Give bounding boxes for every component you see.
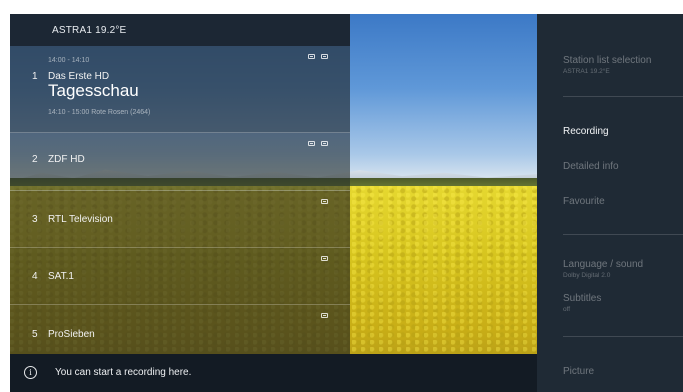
menu-divider	[563, 336, 683, 337]
menu-subtitles[interactable]: Subtitles	[563, 293, 601, 304]
channel-row-2[interactable]: 2 ZDF HD	[10, 133, 350, 191]
menu-detailed-info[interactable]: Detailed info	[563, 161, 619, 172]
channel-icons	[321, 313, 328, 318]
channel-number: 4	[32, 271, 38, 282]
channel-number: 1	[32, 71, 38, 82]
info-icon: i	[24, 366, 37, 379]
channel-row-4[interactable]: 4 SAT.1	[10, 248, 350, 305]
channel-name: SAT.1	[48, 271, 74, 282]
hd-icon	[321, 54, 328, 59]
channel-number: 3	[32, 214, 38, 225]
menu-language-sound[interactable]: Language / sound	[563, 259, 643, 270]
menu-station-list-value: ASTRA1 19.2°E	[563, 68, 610, 75]
info-text: You can start a recording here.	[55, 367, 192, 378]
channel-name: RTL Television	[48, 214, 113, 225]
menu-language-value: Dolby Digital 2.0	[563, 272, 611, 279]
satellite-label: ASTRA1 19.2°E	[52, 25, 127, 36]
channel-icons	[321, 256, 328, 261]
menu-recording[interactable]: Recording	[563, 126, 609, 137]
menu-divider	[563, 96, 683, 97]
channel-icons	[321, 199, 328, 204]
channel-list: 14:00 - 14:10 1 Das Erste HD Tagesschau …	[10, 46, 350, 354]
subtitle-icon	[308, 54, 315, 59]
channel-time: 14:00 - 14:10	[48, 57, 90, 64]
next-program: 14:10 - 15:00 Rote Rosen (2464)	[48, 109, 151, 116]
channel-name: ProSieben	[48, 329, 95, 340]
tv-screen: ASTRA1 19.2°E 14:00 - 14:10 1 Das Erste …	[10, 14, 683, 392]
hd-icon	[321, 256, 328, 261]
channel-number: 2	[32, 154, 38, 165]
info-bar: i You can start a recording here.	[10, 354, 540, 392]
top-bar: ASTRA1 19.2°E	[10, 14, 350, 46]
program-title: Tagesschau	[48, 81, 139, 100]
channel-row-1[interactable]: 14:00 - 14:10 1 Das Erste HD Tagesschau …	[10, 46, 350, 133]
menu-subtitles-value: off	[563, 306, 571, 313]
menu-favourite[interactable]: Favourite	[563, 196, 605, 207]
menu-picture[interactable]: Picture	[563, 366, 594, 377]
menu-divider	[563, 234, 683, 235]
hd-icon	[321, 141, 328, 146]
channel-icons	[308, 141, 328, 146]
subtitle-icon	[308, 141, 315, 146]
channel-name: ZDF HD	[48, 154, 85, 165]
channel-icons	[308, 54, 328, 59]
hd-icon	[321, 199, 328, 204]
channel-row-3[interactable]: 3 RTL Television	[10, 191, 350, 248]
channel-number: 5	[32, 329, 38, 340]
side-menu: Station list selection ASTRA1 19.2°E Rec…	[537, 14, 683, 392]
channel-row-5[interactable]: 5 ProSieben	[10, 305, 350, 354]
hd-icon	[321, 313, 328, 318]
menu-station-list[interactable]: Station list selection	[563, 55, 651, 66]
